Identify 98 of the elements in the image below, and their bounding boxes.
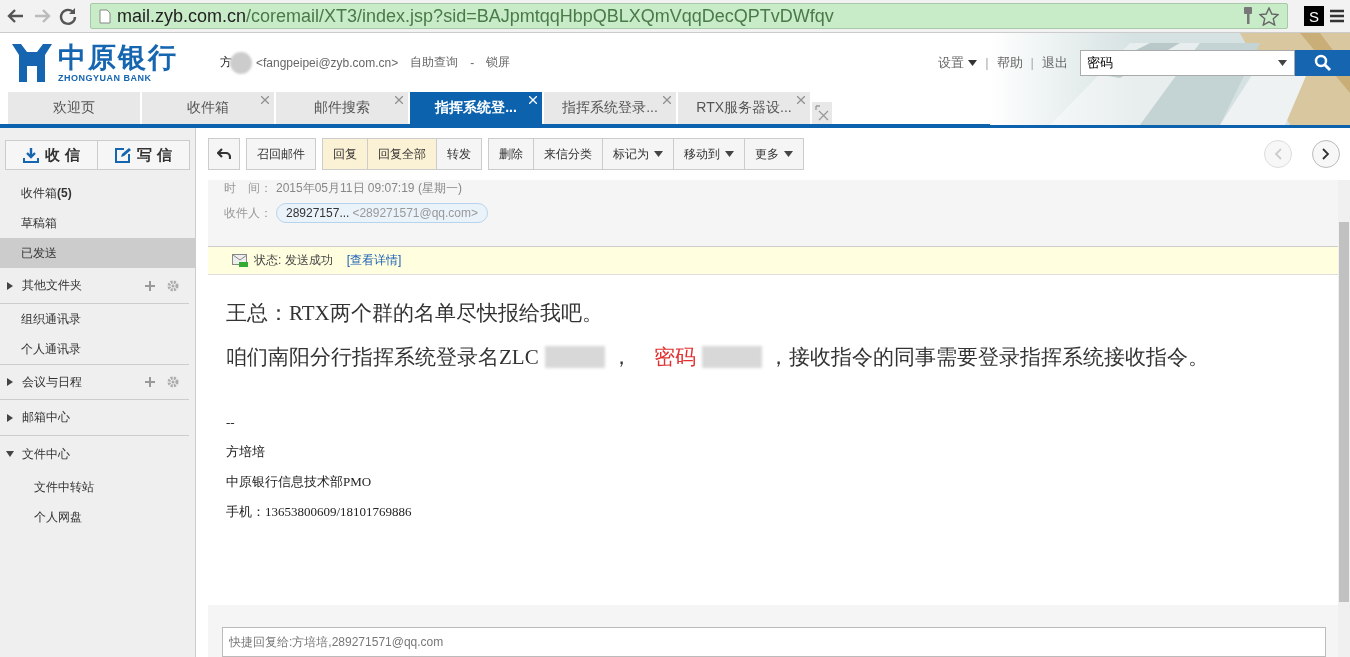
- chevron-left-icon: [1274, 148, 1282, 160]
- tab[interactable]: RTX服务器设...: [678, 92, 810, 124]
- toolbar-button[interactable]: 删除: [489, 139, 533, 169]
- folder-group[interactable]: 邮箱中心: [0, 400, 189, 436]
- recipient-chip[interactable]: 28927157... <289271571@qq.com>: [276, 203, 489, 223]
- folder-group[interactable]: 其他文件夹: [0, 268, 189, 304]
- collapsed-icon: [6, 281, 14, 290]
- separator: |: [985, 55, 989, 70]
- caret-icon: [784, 151, 793, 157]
- toolbar-button[interactable]: 回复全部: [367, 139, 436, 169]
- expanded-icon: [6, 450, 14, 458]
- url-text: mail.zyb.com.cn/coremail/XT3/index.jsp?sid=BAJpmtqqHbpQBLXQmVqqDecQPTvDWfqv: [117, 5, 835, 27]
- close-icon[interactable]: [663, 96, 671, 104]
- folder-item[interactable]: 个人通讯录: [0, 334, 195, 364]
- toolbar-button[interactable]: 来信分类: [533, 139, 602, 169]
- chevron-right-icon: [1322, 148, 1330, 160]
- header-link[interactable]: 退出: [1042, 53, 1068, 72]
- status-text: 状态: 发送成功: [254, 252, 333, 269]
- redaction-mark: [544, 346, 605, 368]
- settings-menu[interactable]: 设置: [938, 53, 978, 72]
- folder-item[interactable]: 已发送: [0, 238, 195, 268]
- collapsed-icon: [6, 413, 14, 422]
- message-text: ，: [610, 344, 632, 371]
- tab[interactable]: 收件箱: [142, 92, 274, 124]
- tab[interactable]: 指挥系统登录...: [544, 92, 676, 124]
- back-arrow-icon: [217, 148, 231, 160]
- header-link[interactable]: 锁屏: [486, 54, 511, 71]
- next-button[interactable]: [1312, 140, 1340, 168]
- logo-icon: [12, 43, 52, 82]
- caret-icon: [968, 59, 978, 66]
- search-button[interactable]: [1295, 49, 1350, 76]
- details-link[interactable]: [查看详情]: [346, 252, 402, 269]
- folder-item[interactable]: 文件中转站: [0, 472, 195, 502]
- extension-icon[interactable]: S: [1304, 6, 1324, 26]
- tab[interactable]: 指挥系统登...: [410, 92, 542, 124]
- collapsed-icon: [6, 378, 14, 386]
- user-email: <fangpeipei@zyb.com.cn>: [256, 55, 399, 70]
- separator: |: [1030, 55, 1034, 70]
- receive-button[interactable]: 收 信: [6, 141, 97, 169]
- toolbar-button[interactable]: 转发: [436, 139, 481, 169]
- settings-icon[interactable]: [167, 279, 179, 292]
- folder-group[interactable]: 会议与日程: [0, 364, 189, 400]
- time-label: 时 间：: [224, 180, 272, 197]
- settings-icon[interactable]: [167, 376, 179, 388]
- user-name: 方: [220, 54, 232, 71]
- back-button[interactable]: [209, 139, 239, 169]
- toolbar-button[interactable]: 移动到: [673, 139, 744, 169]
- signature-line: 手机：13653800609/18101769886: [226, 503, 413, 521]
- folder-item[interactable]: 组织通讯录: [0, 304, 195, 334]
- message-text: 咱们南阳分行指挥系统登录名ZLC: [226, 344, 539, 371]
- close-icon[interactable]: [797, 96, 805, 104]
- redaction-mark: [230, 51, 252, 74]
- caret-icon: [1278, 59, 1287, 66]
- close-all-icon[interactable]: [812, 102, 832, 124]
- folder-item[interactable]: 收件箱(5): [0, 178, 195, 208]
- reload-icon[interactable]: [58, 6, 78, 26]
- toolbar-button[interactable]: 更多: [744, 139, 803, 169]
- edit-icon: [115, 147, 132, 163]
- plus-icon[interactable]: [145, 377, 155, 387]
- address-bar[interactable]: mail.zyb.com.cn/coremail/XT3/index.jsp?sid=BAJpmtqqHbpQBLXQmVqqDecQPTvDWfqv: [90, 3, 1288, 29]
- mail-icon: [232, 254, 248, 267]
- header-link[interactable]: -: [470, 55, 475, 70]
- signature-line: --: [226, 415, 236, 431]
- star-icon[interactable]: [1259, 6, 1279, 26]
- close-icon[interactable]: [395, 96, 403, 104]
- page-icon: [99, 8, 111, 24]
- message-text: ，接收指令的同事需要登录指挥系统接收指令。: [767, 344, 1209, 371]
- signature-line: 方培培: [226, 443, 266, 461]
- recipient-label: 收件人：: [224, 204, 272, 222]
- redaction-mark: [701, 346, 762, 368]
- header-link[interactable]: 帮助: [996, 53, 1023, 72]
- signature-line: 中原银行信息技术部PMO: [226, 473, 373, 491]
- search-icon: [1313, 53, 1332, 72]
- compose-button[interactable]: 写 信: [97, 141, 189, 169]
- toolbar-button[interactable]: 标记为: [602, 139, 673, 169]
- caret-icon: [654, 151, 663, 157]
- toolbar-button[interactable]: 回复: [323, 139, 367, 169]
- caret-icon: [725, 151, 734, 157]
- tab[interactable]: 邮件搜索: [276, 92, 408, 124]
- sent-time: 2015年05月11日 09:07:19 (星期一): [276, 180, 462, 197]
- logo-subtitle: ZHONGYUAN BANK: [58, 72, 153, 83]
- logo-name: 中原银行: [58, 42, 178, 73]
- header-link[interactable]: 自助查询: [410, 54, 459, 71]
- folder-item[interactable]: 草稿箱: [0, 208, 195, 238]
- tab[interactable]: 欢迎页: [8, 92, 140, 124]
- close-icon[interactable]: [261, 96, 269, 104]
- search-field[interactable]: 密码: [1080, 49, 1295, 76]
- folder-item[interactable]: 个人网盘: [0, 502, 195, 532]
- message-text: 密码: [653, 344, 696, 371]
- scrollbar[interactable]: [1338, 180, 1350, 657]
- plus-icon[interactable]: [145, 280, 155, 291]
- menu-icon[interactable]: [1330, 9, 1344, 23]
- message-text: 王总：RTX两个群的名单尽快报给我吧。: [226, 300, 603, 327]
- download-icon: [23, 147, 40, 163]
- folder-group[interactable]: 文件中心: [0, 436, 189, 472]
- key-icon[interactable]: [1243, 7, 1253, 25]
- quick-reply-field[interactable]: 快捷回复给:方培培,289271571@qq.com: [222, 627, 1326, 657]
- toolbar-button[interactable]: 召回邮件: [247, 139, 315, 169]
